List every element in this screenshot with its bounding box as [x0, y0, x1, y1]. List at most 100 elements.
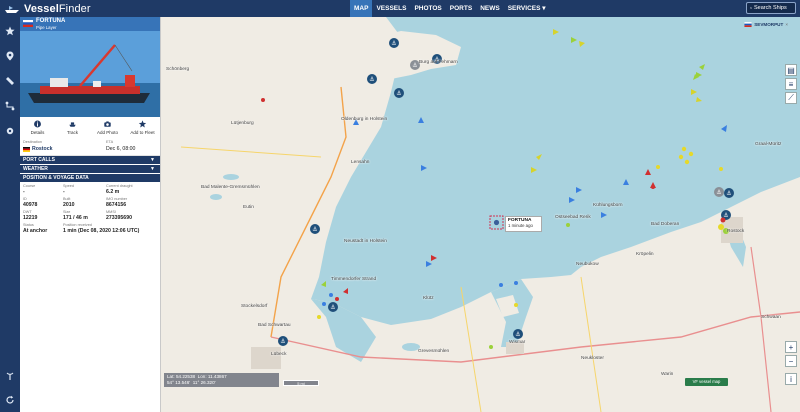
zoom-in-button[interactable]: + [785, 341, 797, 353]
info-button[interactable]: i [785, 373, 797, 385]
star-icon[interactable] [5, 26, 15, 36]
place-label: Lütjenburg [231, 121, 254, 126]
anchored-vessel-dot[interactable] [719, 167, 723, 171]
status-label: Status [23, 223, 34, 227]
place-label: Kröpelin [636, 252, 654, 257]
zoom-out-button[interactable]: − [785, 355, 797, 367]
draught-label: Current draught [106, 184, 133, 188]
port-anchor-icon[interactable]: ⚓ [394, 88, 404, 98]
svg-text:⚓: ⚓ [369, 76, 374, 83]
germany-flag-icon [23, 147, 30, 152]
place-label: Oldenburg in Holstein [341, 117, 388, 122]
latitude-value: Lat: 54.22538 [167, 374, 196, 379]
measure-button[interactable]: ⟋ [785, 92, 797, 104]
weather-section[interactable]: WEATHER ▼ [20, 165, 160, 174]
search-icon[interactable] [750, 5, 752, 11]
place-label: Lübeck [271, 352, 287, 357]
port-calls-label: PORT CALLS [23, 157, 55, 163]
track-button[interactable]: Track [58, 120, 88, 135]
weather-label: WEATHER [23, 166, 48, 172]
port-anchor-icon[interactable]: ⚓ [328, 302, 338, 312]
svg-text:⚓: ⚓ [312, 226, 317, 233]
port-anchor-icon[interactable]: ⚓ [714, 187, 724, 197]
position-received-label: Position received [63, 223, 92, 227]
anchored-vessel-dot[interactable] [681, 146, 687, 152]
anchored-vessel-dot[interactable] [720, 217, 726, 223]
nav-map[interactable]: MAP [350, 0, 373, 17]
anchored-vessel-dot[interactable] [566, 223, 570, 227]
longitude-dm: 11° 26.320' [192, 380, 216, 385]
anchored-vessel-dot[interactable] [688, 151, 694, 157]
filter-button[interactable]: ≡ [785, 78, 797, 90]
vessel-map-button[interactable]: VF vessel map [685, 378, 728, 386]
nav-services[interactable]: SERVICES ▾ [504, 0, 550, 17]
anchored-vessel-dot[interactable] [335, 297, 339, 301]
svg-text:⚓: ⚓ [716, 189, 721, 196]
port-anchor-icon[interactable]: ⚓ [310, 224, 320, 234]
anchored-vessel-dot[interactable] [718, 224, 724, 230]
nav-news[interactable]: NEWS [476, 0, 504, 17]
main-nav: MAP VESSELS PHOTOS PORTS NEWS SERVICES ▾ [350, 0, 550, 17]
anchored-vessel-dot[interactable] [678, 154, 684, 160]
place-label: Burg auf Fehmarn [419, 60, 458, 65]
refresh-icon[interactable] [5, 395, 15, 405]
map-canvas[interactable]: ⚓ ⚓ ⚓ ⚓ ⚓ ⚓ ⚓ ⚓ ⚓ ⚓ ⚓ ⚓ Burg auf Fehmarn… [161, 17, 800, 412]
map-layers-icon: ▤ [787, 65, 795, 75]
anchored-vessel-dot[interactable] [684, 159, 690, 165]
chevron-down-icon: ▼ [150, 157, 155, 163]
nav-vessels[interactable]: VESSELS [372, 0, 410, 17]
anchored-vessel-dot[interactable] [651, 185, 655, 189]
built-label: Built [63, 197, 71, 201]
vessel-photo[interactable] [20, 31, 160, 117]
add-photo-button[interactable]: Add Photo [93, 120, 123, 135]
brand-name-light: Finder [58, 2, 91, 15]
vessel-name: FORTUNA [36, 18, 66, 24]
antenna-icon[interactable] [5, 371, 15, 381]
svg-text:⚓: ⚓ [396, 90, 401, 97]
port-anchor-icon[interactable]: ⚓ [278, 336, 288, 346]
port-anchor-icon[interactable]: ⚓ [513, 329, 523, 339]
close-icon[interactable]: × [785, 22, 788, 27]
anchored-vessel-dot[interactable] [261, 98, 265, 102]
position-received-value: 1 min (Dec 08, 2020 12:06 UTC) [63, 228, 140, 234]
dwt-label: DWT [23, 210, 32, 214]
id-value: 40978 [23, 202, 38, 208]
vessel-type: Pipe Layer [36, 25, 57, 30]
vesselfinder-logo[interactable]: VesselFinder [4, 2, 91, 15]
built-value: 2010 [63, 202, 75, 208]
search-input[interactable] [754, 5, 792, 11]
anchored-vessel-dot[interactable] [317, 315, 321, 319]
fortuna-map-label[interactable]: FORTUNA 1 minute ago [505, 216, 542, 232]
russia-flag-icon [744, 22, 752, 27]
map-layers-button[interactable]: ▤ [785, 64, 797, 76]
details-button[interactable]: Details [23, 120, 53, 135]
port-anchor-icon[interactable]: ⚓ [389, 38, 399, 48]
nearby-vessel-badge[interactable]: SEVMORPUT × [744, 20, 788, 29]
port-anchor-icon[interactable]: ⚓ [367, 74, 377, 84]
details-label: Details [30, 130, 45, 135]
anchored-vessel-dot[interactable] [489, 345, 493, 349]
place-label: Bad Doberan [651, 222, 680, 227]
add-to-fleet-button[interactable]: Add to Fleet [128, 120, 158, 135]
eta-label: ETA [106, 140, 114, 144]
place-label: Kühlungsborn [593, 203, 623, 208]
location-pin-icon[interactable] [5, 51, 15, 61]
measure-icon: ⟋ [788, 93, 794, 102]
anchored-vessel-dot[interactable] [499, 283, 503, 287]
speed-value: - [63, 189, 65, 195]
route-icon[interactable] [5, 101, 15, 111]
position-voyage-section[interactable]: POSITION & VOYAGE DATA [20, 174, 160, 183]
settings-icon[interactable] [5, 126, 15, 136]
nav-ports[interactable]: PORTS [446, 0, 476, 17]
ruler-icon[interactable] [5, 76, 15, 86]
anchored-vessel-dot[interactable] [514, 281, 518, 285]
nav-photos[interactable]: PHOTOS [410, 0, 445, 17]
port-calls-section[interactable]: PORT CALLS ▼ [20, 156, 160, 165]
anchored-vessel-dot[interactable] [656, 165, 660, 169]
anchored-vessel-dot[interactable] [322, 302, 326, 306]
anchored-vessel-dot[interactable] [329, 293, 333, 297]
port-anchor-icon[interactable]: ⚓ [724, 188, 734, 198]
speed-label: Speed [63, 184, 74, 188]
destination-link[interactable]: Rostock [32, 146, 52, 152]
anchored-vessel-dot[interactable] [514, 303, 518, 307]
